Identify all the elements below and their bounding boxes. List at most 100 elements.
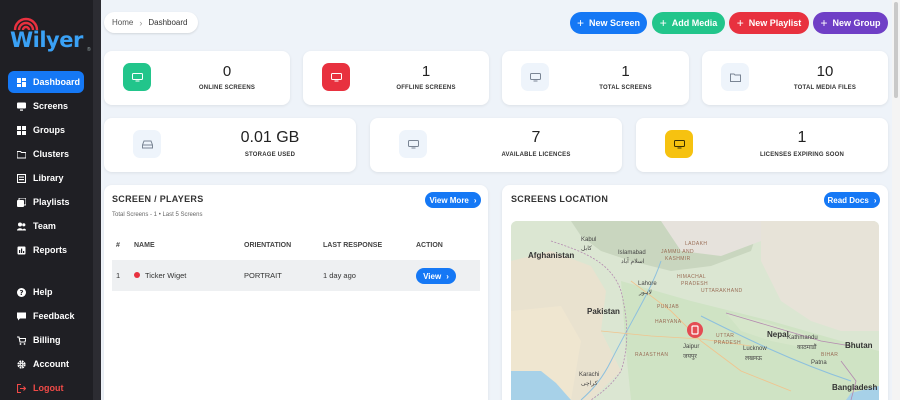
sidebar-item-label: Groups [33,125,66,135]
screens-map[interactable]: Kabul كابل Afghanistan Islamabad اسلام آ… [511,221,879,400]
map-label-bihar: BIHAR [821,352,839,358]
column-header-name[interactable]: NAME [134,242,155,249]
sidebar-item-account[interactable]: Account [8,353,84,375]
sidebar-scrollbar[interactable] [93,0,101,400]
offline-screens-card[interactable]: 1 OFFLINE SCREENS [303,51,489,105]
monitor-icon [521,63,549,91]
sidebar-item-label: Help [33,287,53,297]
sidebar-item-logout[interactable]: Logout [8,377,84,399]
online-screens-card[interactable]: 0 ONLINE SCREENS [104,51,290,105]
offline-screens-label: OFFLINE SCREENS [396,85,456,91]
map-label-lahore-local: لاہور [639,290,652,296]
screen-location-marker-icon[interactable] [687,322,703,342]
sidebar-item-feedback[interactable]: Feedback [8,305,84,327]
wilyer-logo[interactable]: Wilyer ® [8,14,91,54]
map-label-haryana: HARYANA [655,319,682,325]
screens-location-title: SCREENS LOCATION [511,194,609,204]
new-group-button[interactable]: + New Group [813,12,888,34]
sidebar-item-billing[interactable]: Billing [8,329,84,351]
team-icon [17,222,26,230]
sidebar-item-team[interactable]: Team [8,215,84,237]
screen-players-title: SCREEN / PLAYERS [112,194,204,204]
monitor-icon [123,63,151,91]
row-orientation: PORTRAIT [244,271,282,280]
map-label-himachal: HIMACHAL [677,274,707,280]
add-media-label: Add Media [671,18,718,28]
map-label-islamabad: Islamabad [618,250,646,256]
sidebar-item-screens[interactable]: Screens [8,95,84,117]
plus-icon: + [820,16,828,30]
screen-icon [17,102,26,111]
sidebar-item-label: Library [33,173,64,183]
sidebar-item-label: Clusters [33,149,70,159]
map-label-lahore: Lahore [638,281,657,287]
cart-icon [17,335,26,345]
map-label-uttarakhand: UTTARAKHAND [701,288,743,294]
add-media-button[interactable]: + Add Media [652,12,725,34]
breadcrumb-current: Dashboard [148,18,188,27]
logo-text: Wilyer [10,28,83,52]
sidebar-item-reports[interactable]: Reports [8,239,84,261]
monitor-icon [399,130,427,158]
row-last-response: 1 day ago [323,271,356,280]
view-more-button[interactable]: View More › [425,192,481,208]
sidebar-item-label: Billing [33,335,61,345]
scrollbar-thumb[interactable] [894,2,898,98]
new-group-label: New Group [832,18,881,28]
sidebar-item-label: Screens [33,101,69,111]
map-label-jaipur: Jaipur [683,344,700,350]
breadcrumb-home[interactable]: Home [112,18,133,27]
expiring-licenses-label: LICENSES EXPIRING SOON [759,152,845,158]
online-screens-value: 0 [222,63,232,80]
sidebar-item-label: Team [33,221,56,231]
plus-icon: + [576,16,584,30]
read-docs-label: Read Docs [827,195,869,205]
map-label-lucknow-local: लखनऊ [745,356,763,362]
playlist-icon [17,197,26,207]
page-scrollbar[interactable] [892,0,900,400]
map-label-kathmandu: Kathmandu [787,335,818,341]
view-button[interactable]: View › [416,268,456,284]
total-media-label: TOTAL MEDIA FILES [793,85,857,91]
folder-icon [17,150,26,159]
map-label-bangladesh: Bangladesh [832,383,878,392]
sidebar-item-library[interactable]: Library [8,167,84,189]
new-playlist-label: New Playlist [748,18,802,28]
view-more-label: View More [429,195,469,205]
column-header-last-response[interactable]: LAST RESPONSE [323,242,382,249]
map-label-kathmandu-local: काठमाडौं [797,345,817,351]
column-header-orientation[interactable]: ORIENTATION [244,242,291,249]
map-label-lucknow: Lucknow [743,346,767,352]
total-media-card[interactable]: 10 TOTAL MEDIA FILES [702,51,888,105]
sidebar-item-groups[interactable]: Groups [8,119,84,141]
row-name[interactable]: Ticker Wiget [145,271,186,280]
dashboard-icon [17,77,26,87]
svg-text:?: ? [19,289,23,297]
logo-trademark: ® [87,47,91,53]
sidebar-item-label: Reports [33,245,68,255]
sidebar-item-label: Logout [33,383,64,393]
sidebar: Wilyer ® Dashboard Screens Groups Cluste… [0,0,93,400]
map-label-ladakh: LADAKH [685,241,708,247]
storage-value: 0.01 GB [240,129,300,146]
storage-card[interactable]: 0.01 GB STORAGE USED [104,118,356,172]
map-label-punjab: PUNJAB [657,304,680,310]
sidebar-item-playlists[interactable]: Playlists [8,191,84,213]
online-screens-label: ONLINE SCREENS [198,85,256,91]
chevron-right-icon: › [873,195,877,205]
expiring-licenses-card[interactable]: 1 LICENSES EXPIRING SOON [636,118,888,172]
total-media-value: 10 [816,63,834,80]
sidebar-item-help[interactable]: ? Help [8,281,84,303]
feedback-icon [17,312,26,320]
new-screen-button[interactable]: + New Screen [570,12,647,34]
sidebar-item-clusters[interactable]: Clusters [8,143,84,165]
map-label-pradesh-2: PRADESH [714,340,741,346]
new-playlist-button[interactable]: + New Playlist [729,12,809,34]
map-label-nepal: Nepal [767,330,789,339]
sidebar-item-dashboard[interactable]: Dashboard [8,71,84,93]
total-screens-card[interactable]: 1 TOTAL SCREENS [502,51,689,105]
map-label-jaipur-local: जयपुर [683,354,697,360]
folder-icon [721,63,749,91]
read-docs-button[interactable]: Read Docs › [824,192,880,208]
available-licences-card[interactable]: 7 AVAILABLE LICENCES [370,118,622,172]
